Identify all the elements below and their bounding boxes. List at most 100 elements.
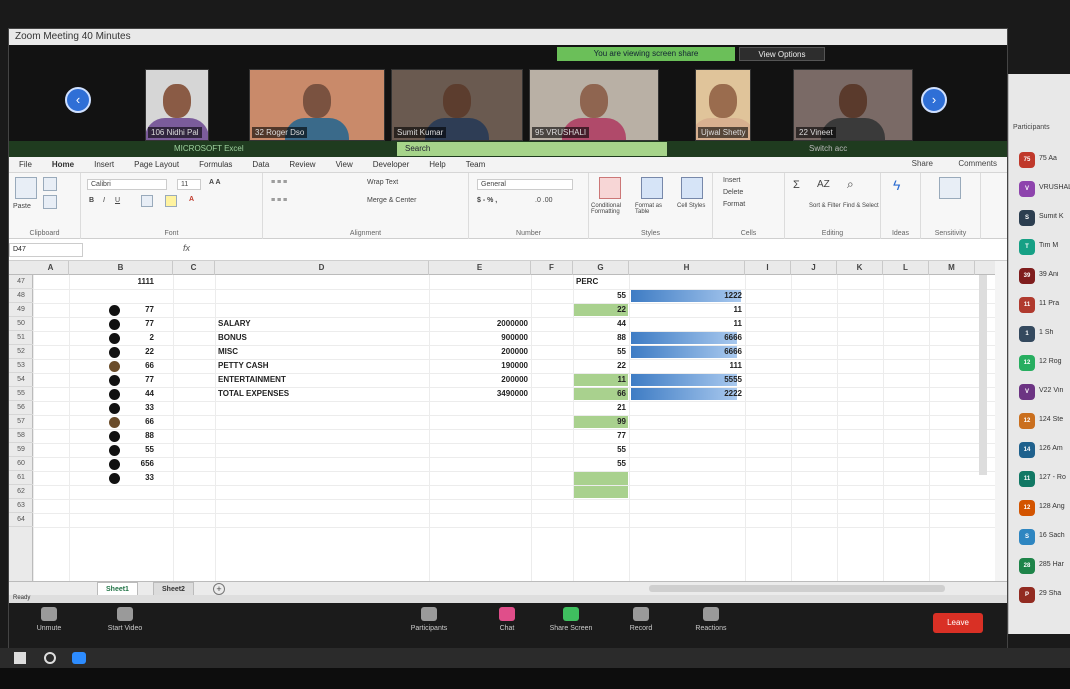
row-header[interactable]: 50 [9, 317, 33, 331]
column-header[interactable]: G [573, 261, 629, 275]
column-header[interactable]: M [929, 261, 975, 275]
add-sheet-icon[interactable]: + [213, 583, 225, 595]
cell-g[interactable]: 88 [573, 331, 629, 345]
cell-b[interactable]: 88 [69, 429, 157, 443]
cell-amount[interactable]: 200000 [429, 345, 531, 359]
row-header[interactable]: 58 [9, 429, 33, 443]
control-share-screen[interactable]: Share Screen [539, 607, 603, 632]
cell-g[interactable]: 66 [573, 387, 629, 401]
row-header[interactable]: 49 [9, 303, 33, 317]
ribbon-tab[interactable]: Help [419, 157, 455, 173]
row-header[interactable]: 63 [9, 499, 33, 513]
top-align-icon[interactable]: ≡ ≡ ≡ [271, 179, 287, 186]
format-as-table-icon[interactable] [641, 177, 663, 199]
control-reactions[interactable]: Reactions [679, 607, 743, 632]
cell-h[interactable]: 6666 [629, 331, 745, 345]
fx-icon[interactable]: fx [183, 243, 190, 253]
cell-label[interactable]: TOTAL EXPENSES [215, 387, 429, 401]
font-name-select[interactable]: Calibri [87, 179, 167, 190]
column-header[interactable]: F [531, 261, 573, 275]
row-header[interactable]: 52 [9, 345, 33, 359]
cell-amount[interactable]: 3490000 [429, 387, 531, 401]
cell-label[interactable]: ENTERTAINMENT [215, 373, 429, 387]
control-chat[interactable]: Chat [475, 607, 539, 632]
participant-list-item[interactable]: S Sumit K [1013, 208, 1070, 228]
participant-tile[interactable]: 32 Roger Dso [249, 69, 385, 141]
name-box[interactable]: D47 [9, 243, 83, 257]
sheet-tab[interactable]: Sheet1 [97, 582, 138, 596]
cell-g-header[interactable]: PERC [573, 275, 629, 289]
number-format-select[interactable]: General [477, 179, 573, 190]
control-record[interactable]: Record [609, 607, 673, 632]
ribbon-tab[interactable]: Developer [363, 157, 419, 173]
column-header[interactable]: C [173, 261, 215, 275]
participant-list-item[interactable]: 11 127 - Ro [1013, 469, 1070, 489]
control-unmute[interactable]: Unmute [17, 607, 81, 632]
switch-account-link[interactable]: Switch acc [809, 142, 847, 156]
horizontal-scrollbar[interactable] [649, 585, 945, 592]
zoom-app-icon[interactable] [72, 652, 86, 664]
ribbon-tab[interactable]: View [326, 157, 363, 173]
participant-list-item[interactable]: 1 1 Sh [1013, 324, 1070, 344]
row-header[interactable]: 56 [9, 401, 33, 415]
format-cells-button[interactable]: Format [723, 201, 745, 208]
currency-icon[interactable]: $ - % , [477, 197, 497, 204]
cell-g[interactable]: 77 [573, 429, 629, 443]
ribbon-tab[interactable]: Team [456, 157, 496, 173]
participant-list-item[interactable]: 12 124 Ste [1013, 411, 1070, 431]
cell-h[interactable]: 1222 [629, 289, 745, 303]
row-header[interactable]: 57 [9, 415, 33, 429]
cell-b[interactable]: 33 [69, 471, 157, 485]
gallery-prev-icon[interactable]: ‹ [65, 87, 91, 113]
cell-h[interactable]: 5555 [629, 373, 745, 387]
cell-b[interactable]: 77 [69, 317, 157, 331]
grow-font-icon[interactable]: A A [209, 179, 221, 186]
participant-list-item[interactable]: 12 12 Rog [1013, 353, 1070, 373]
cell-b[interactable]: 2 [69, 331, 157, 345]
cut-icon[interactable] [43, 177, 57, 191]
sensitivity-icon[interactable] [939, 177, 961, 199]
copy-icon[interactable] [43, 195, 57, 209]
cell-g[interactable]: 22 [573, 303, 629, 317]
windows-start-icon[interactable] [14, 652, 26, 664]
gallery-next-icon[interactable]: › [921, 87, 947, 113]
row-header[interactable]: 53 [9, 359, 33, 373]
participant-list-item[interactable]: 28 285 Har [1013, 556, 1070, 576]
ideas-icon[interactable]: ϟ [893, 177, 900, 193]
cell-g[interactable]: 55 [573, 289, 629, 303]
cell-b[interactable]: 1111 [69, 275, 157, 289]
insert-cells-button[interactable]: Insert [723, 177, 741, 184]
vertical-scrollbar[interactable] [979, 275, 987, 475]
paste-icon[interactable] [15, 177, 37, 199]
wrap-text-button[interactable]: Wrap Text [367, 179, 398, 186]
participant-list-item[interactable]: P 29 Sha [1013, 585, 1070, 605]
cell-amount[interactable]: 200000 [429, 373, 531, 387]
column-header[interactable]: K [837, 261, 883, 275]
cell-h[interactable]: 11 [629, 317, 745, 331]
bold-icon[interactable]: B [89, 197, 94, 204]
ribbon-tab[interactable]: Review [279, 157, 325, 173]
cell-label[interactable]: PETTY CASH [215, 359, 429, 373]
column-header[interactable]: I [745, 261, 791, 275]
share-button[interactable]: Share [912, 159, 933, 168]
cell-b[interactable]: 33 [69, 401, 157, 415]
sort-filter-icon[interactable]: AZ [817, 179, 830, 190]
cell-b[interactable]: 77 [69, 373, 157, 387]
taskbar-search-icon[interactable] [44, 652, 56, 664]
decimal-icon[interactable]: .0 .00 [535, 197, 553, 204]
participant-list-item[interactable]: S 16 Sach [1013, 527, 1070, 547]
participant-list-item[interactable]: V VRUSHALI [1013, 179, 1070, 199]
cell-g[interactable]: 21 [573, 401, 629, 415]
cell-styles-icon[interactable] [681, 177, 703, 199]
comments-button[interactable]: Comments [958, 159, 997, 168]
cell-g[interactable]: 55 [573, 443, 629, 457]
italic-icon[interactable]: I [103, 197, 105, 204]
borders-icon[interactable] [141, 195, 153, 207]
font-size-select[interactable]: 11 [177, 179, 201, 190]
cell-amount[interactable]: 900000 [429, 331, 531, 345]
row-header[interactable]: 62 [9, 485, 33, 499]
column-header[interactable]: D [215, 261, 429, 275]
row-header[interactable]: 61 [9, 471, 33, 485]
ribbon-tab[interactable]: Insert [84, 157, 124, 173]
row-header[interactable]: 55 [9, 387, 33, 401]
